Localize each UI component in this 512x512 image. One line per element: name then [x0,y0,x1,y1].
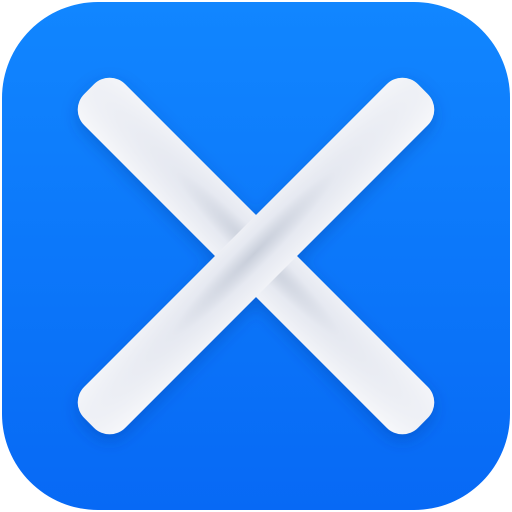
app-icon[interactable] [2,2,510,510]
close-icon [2,2,510,510]
